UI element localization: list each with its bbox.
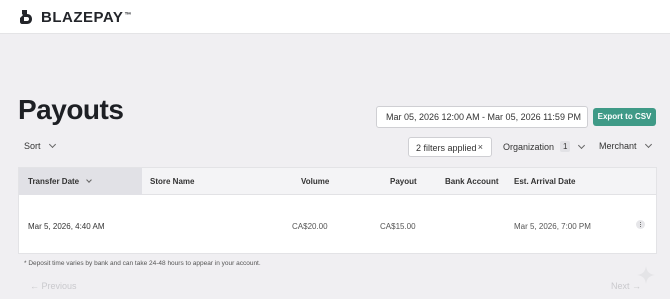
column-header-volume[interactable]: Volume: [301, 177, 329, 186]
column-header-store-name[interactable]: Store Name: [150, 177, 194, 186]
cell-payout: CA$15.00: [380, 222, 416, 231]
table-header: Transfer Date Store Name Volume Payout B…: [19, 168, 656, 195]
cell-transfer-date: Mar 5, 2026, 4:40 AM: [28, 222, 105, 231]
column-header-transfer-date[interactable]: Transfer Date: [19, 168, 142, 195]
organization-dropdown[interactable]: Organization 1: [503, 141, 586, 152]
date-range-picker[interactable]: Mar 05, 2026 12:00 AM - Mar 05, 2026 11:…: [376, 106, 588, 128]
sort-label: Sort: [24, 141, 41, 151]
chevron-down-icon: [86, 177, 92, 183]
previous-page-button[interactable]: ← Previous: [30, 281, 77, 291]
filters-label: 2 filters applied: [416, 143, 477, 153]
column-header-bank-account[interactable]: Bank Account: [445, 177, 499, 186]
filters-applied-chip[interactable]: 2 filters applied ×: [408, 137, 492, 157]
top-bar: BLAZEPAY ™: [0, 0, 670, 34]
sparkle-icon: [637, 266, 655, 284]
chevron-down-icon: [48, 140, 56, 149]
chevron-down-icon: [644, 140, 652, 149]
merchant-label: Merchant: [599, 141, 637, 151]
cell-volume: CA$20.00: [292, 222, 328, 231]
logo-mark-icon: [20, 10, 32, 24]
brand-trademark: ™: [124, 11, 132, 19]
column-header-payout[interactable]: Payout: [390, 177, 417, 186]
column-header-est-arrival-date[interactable]: Est. Arrival Date: [514, 177, 576, 186]
organization-label: Organization: [503, 141, 555, 152]
chevron-down-icon: [578, 141, 586, 149]
export-csv-button[interactable]: Export to CSV: [593, 108, 656, 126]
kebab-menu-icon[interactable]: [636, 220, 645, 229]
brand-name: BLAZEPAY: [41, 8, 124, 26]
organization-count-badge: 1: [560, 141, 571, 152]
brand-logo[interactable]: BLAZEPAY ™: [17, 8, 131, 26]
sort-dropdown[interactable]: Sort: [24, 140, 56, 151]
cell-est-arrival-date: Mar 5, 2026, 7:00 PM: [514, 222, 591, 231]
page-title: Payouts: [18, 94, 124, 125]
close-icon[interactable]: ×: [478, 142, 483, 152]
column-label: Transfer Date: [28, 177, 80, 186]
payouts-table: Transfer Date Store Name Volume Payout B…: [18, 167, 657, 254]
merchant-dropdown[interactable]: Merchant: [599, 140, 652, 151]
deposit-footnote: * Deposit time varies by bank and can ta…: [24, 260, 261, 267]
